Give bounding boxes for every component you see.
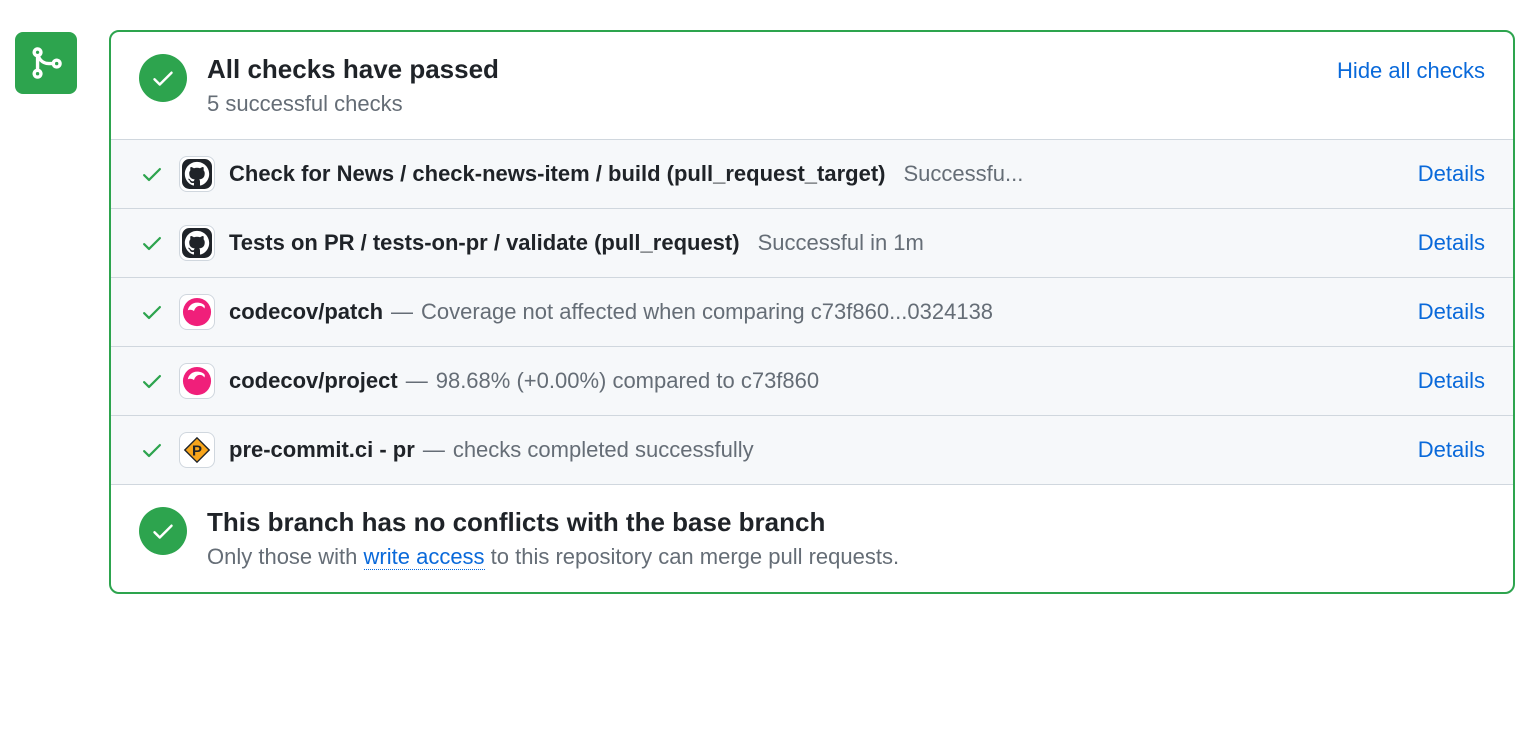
checks-header-section: All checks have passed 5 successful chec… [111,32,1513,139]
toggle-checks-link[interactable]: Hide all checks [1337,58,1485,84]
check-separator: — [406,368,428,394]
check-details-link[interactable]: Details [1418,437,1485,463]
check-success-icon [139,231,165,255]
check-separator: — [391,299,413,325]
footer-subtitle-pre: Only those with [207,544,364,569]
check-details-link[interactable]: Details [1418,161,1485,187]
write-access-link[interactable]: write access [364,544,485,570]
check-name: codecov/project [229,368,398,394]
checks-subtitle: 5 successful checks [207,91,1317,117]
checks-list: Check for News / check-news-item / build… [111,139,1513,485]
check-success-icon [139,438,165,462]
check-row: codecov/project — 98.68% (+0.00%) compared… [111,347,1513,416]
checks-header-text: All checks have passed 5 successful chec… [207,54,1317,117]
timeline-badge [15,32,77,94]
precommit-avatar-icon: P [179,432,215,468]
check-status: Successfu... [904,161,1024,187]
checks-success-badge [139,54,187,102]
check-name: Tests on PR / tests-on-pr / validate (pu… [229,230,740,256]
check-status: Successful in 1m [758,230,924,256]
merge-conflict-section: This branch has no conflicts with the ba… [111,485,1513,592]
check-name: codecov/patch [229,299,383,325]
check-row: Ppre-commit.ci - pr — checks completed suc… [111,416,1513,484]
github-avatar-icon [179,225,215,261]
check-detail: checks completed successfully [453,437,754,463]
codecov-avatar-icon [179,363,215,399]
github-avatar-icon [179,156,215,192]
footer-title: This branch has no conflicts with the ba… [207,507,1485,538]
no-conflict-badge [139,507,187,555]
check-content: Check for News / check-news-item / build… [229,161,1404,187]
check-separator: — [423,437,445,463]
check-success-icon [139,300,165,324]
codecov-avatar-icon [179,294,215,330]
check-content: pre-commit.ci - pr — checks completed succ… [229,437,1404,463]
check-detail: Coverage not affected when comparing c73… [421,299,993,325]
check-content: codecov/project — 98.68% (+0.00%) compared… [229,368,1404,394]
footer-subtitle: Only those with write access to this rep… [207,544,1485,570]
merge-status-container: All checks have passed 5 successful chec… [15,30,1515,594]
check-details-link[interactable]: Details [1418,299,1485,325]
git-merge-icon [28,45,64,81]
check-row: Check for News / check-news-item / build… [111,140,1513,209]
check-success-icon [139,369,165,393]
check-details-link[interactable]: Details [1418,368,1485,394]
check-row: Tests on PR / tests-on-pr / validate (pu… [111,209,1513,278]
speech-arrow [109,50,111,74]
check-content: codecov/patch — Coverage not affected when… [229,299,1404,325]
check-name: Check for News / check-news-item / build… [229,161,886,187]
check-details-link[interactable]: Details [1418,230,1485,256]
check-content: Tests on PR / tests-on-pr / validate (pu… [229,230,1404,256]
footer-text: This branch has no conflicts with the ba… [207,507,1485,570]
check-row: codecov/patch — Coverage not affected when… [111,278,1513,347]
check-name: pre-commit.ci - pr [229,437,415,463]
check-icon [150,518,176,544]
checks-title: All checks have passed [207,54,1317,85]
check-success-icon [139,162,165,186]
svg-text:P: P [192,443,202,460]
merge-panel: All checks have passed 5 successful chec… [109,30,1515,594]
check-icon [150,65,176,91]
check-detail: 98.68% (+0.00%) compared to c73f860 [436,368,819,394]
footer-subtitle-post: to this repository can merge pull reques… [485,544,900,569]
